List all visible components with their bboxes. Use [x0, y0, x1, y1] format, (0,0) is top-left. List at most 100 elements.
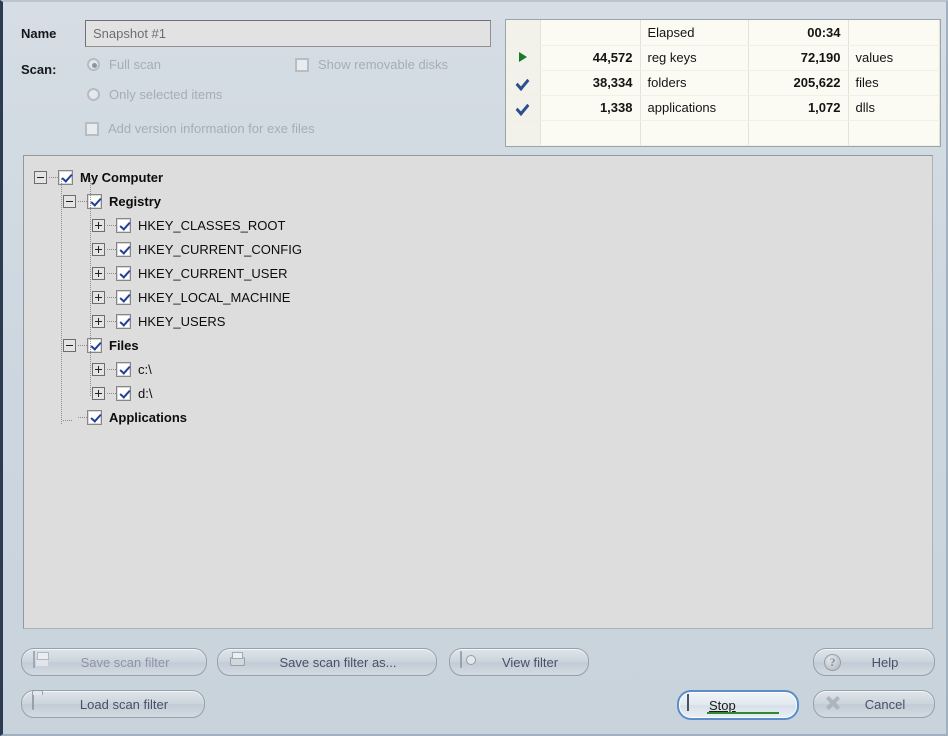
tree-collapse-icon[interactable]	[63, 338, 76, 352]
tree-expand-icon[interactable]	[92, 386, 105, 400]
stats-label-secondary: files	[848, 70, 940, 96]
stats-row: 1,338 applications 1,072 dlls	[506, 95, 940, 121]
tree-connector-line	[107, 296, 116, 298]
cancel-label: Cancel	[864, 696, 906, 712]
tree-guide-line	[90, 178, 91, 396]
tree-node-checkbox[interactable]	[116, 265, 131, 281]
tree-connector-line	[107, 320, 116, 322]
scan-statistics-table: Elapsed 00:34 44,572 reg keys 72,190 values 38…	[506, 20, 940, 146]
name-label: Name	[21, 26, 57, 41]
tree-node[interactable]: HKEY_LOCAL_MACHINE	[24, 285, 932, 309]
tree-connector-line	[78, 200, 87, 202]
tree-node-checkbox[interactable]	[116, 217, 131, 233]
save-scan-filter-as-button[interactable]: Save scan filter as...	[217, 648, 437, 676]
stats-label-primary: Elapsed	[640, 20, 749, 46]
tree-connector-line	[107, 224, 116, 226]
check-icon	[506, 95, 541, 121]
radio-full-scan-indicator	[87, 58, 100, 71]
tree-expand-icon[interactable]	[92, 266, 105, 280]
tree-expand-icon[interactable]	[92, 218, 105, 232]
tree-expand-icon[interactable]	[92, 290, 105, 304]
tree-node-checkbox[interactable]	[87, 409, 102, 425]
tree-node[interactable]: d:\	[24, 381, 932, 405]
cancel-button[interactable]: Cancel	[813, 690, 935, 718]
radio-only-selected-label: Only selected items	[109, 87, 223, 102]
stats-count-primary: 44,572	[540, 45, 641, 71]
tree-node-label: Applications	[109, 409, 188, 425]
tree-node-label: HKEY_CLASSES_ROOT	[138, 217, 286, 233]
radio-full-scan[interactable]: Full scan	[87, 57, 161, 72]
tree-node-checkbox[interactable]	[116, 241, 131, 257]
tree-connector-line	[78, 416, 87, 418]
tree-node[interactable]: Files	[24, 333, 932, 357]
stats-count-secondary: 1,072	[748, 95, 849, 121]
stats-label-secondary: dlls	[848, 95, 940, 121]
tree-node[interactable]: Applications	[24, 405, 932, 429]
tree-node[interactable]: HKEY_CURRENT_USER	[24, 261, 932, 285]
tree-node-label: HKEY_CURRENT_CONFIG	[138, 241, 302, 257]
tree-node[interactable]: HKEY_CLASSES_ROOT	[24, 213, 932, 237]
stats-row: Elapsed 00:34	[506, 20, 940, 46]
tree-node-label: c:\	[138, 361, 152, 377]
stats-count-secondary: 72,190	[748, 45, 849, 71]
snapshot-name-input[interactable]	[85, 20, 491, 47]
tree-node[interactable]: c:\	[24, 357, 932, 381]
tree-expand-icon[interactable]	[92, 242, 105, 256]
stats-label-primary: reg keys	[640, 45, 749, 71]
scan-scope-tree[interactable]: My Computer Registry HKEY_CLASSES_ROOT HKEY…	[23, 155, 933, 629]
radio-full-scan-label: Full scan	[109, 57, 162, 72]
close-x-icon	[822, 694, 844, 714]
tree-node-label: d:\	[138, 385, 153, 401]
checkbox-add-version-indicator	[85, 121, 99, 136]
load-scan-filter-label: Load scan filter	[79, 696, 169, 712]
tree-node-checkbox[interactable]	[116, 313, 131, 329]
scan-progress-bar	[707, 712, 779, 714]
view-filter-label: View filter	[501, 654, 559, 670]
printer-icon	[226, 652, 248, 672]
tree-node-checkbox[interactable]	[116, 289, 131, 305]
stats-filler-cell	[848, 120, 940, 146]
checkbox-show-removable-label: Show removable disks	[318, 57, 449, 72]
load-scan-filter-button[interactable]: Load scan filter	[21, 690, 205, 718]
tree-node[interactable]: HKEY_USERS	[24, 309, 932, 333]
tree-node-checkbox[interactable]	[116, 385, 131, 401]
tree-node[interactable]: HKEY_CURRENT_CONFIG	[24, 237, 932, 261]
tree-expand-icon[interactable]	[92, 362, 105, 376]
radio-only-selected-items[interactable]: Only selected items	[87, 87, 222, 102]
help-button[interactable]: ? Help	[813, 648, 935, 676]
stats-icon-empty	[506, 20, 541, 46]
question-mark-icon: ?	[822, 652, 844, 672]
stats-row: 38,334 folders 205,622 files	[506, 70, 940, 96]
checkbox-show-removable-disks[interactable]: Show removable disks	[295, 57, 448, 72]
tree-node-label: HKEY_LOCAL_MACHINE	[138, 289, 291, 305]
floppy-icon	[30, 651, 52, 672]
view-filter-button[interactable]: View filter	[449, 648, 589, 676]
tree-node[interactable]: Registry	[24, 189, 932, 213]
folder-icon	[30, 693, 52, 714]
stop-button[interactable]: Stop	[677, 690, 799, 720]
tree-node-label: HKEY_USERS	[138, 313, 226, 329]
stats-label-secondary	[848, 20, 940, 46]
checkbox-add-version-information[interactable]: Add version information for exe files	[85, 121, 315, 136]
tree-collapse-icon[interactable]	[34, 170, 47, 184]
tree-connector-line	[49, 176, 58, 178]
stats-count-secondary: 205,622	[748, 70, 849, 96]
stats-filler-cell	[506, 120, 541, 146]
check-icon	[506, 70, 541, 96]
tree-expand-icon[interactable]	[92, 314, 105, 328]
tree-collapse-icon[interactable]	[63, 194, 76, 208]
tree-guide-line	[61, 178, 62, 424]
radio-only-selected-indicator	[87, 88, 100, 101]
stop-label: Stop	[709, 697, 736, 713]
tree-node-label: My Computer	[80, 169, 164, 185]
tree-connector-line	[78, 344, 87, 346]
checkbox-show-removable-indicator	[295, 57, 309, 72]
stats-row: 44,572 reg keys 72,190 values	[506, 45, 940, 71]
checkbox-add-version-label: Add version information for exe files	[108, 121, 315, 136]
tree-node-checkbox[interactable]	[116, 361, 131, 377]
tree-node[interactable]: My Computer	[24, 165, 932, 189]
save-scan-filter-button[interactable]: Save scan filter	[21, 648, 207, 676]
scan-statistics-panel: Elapsed 00:34 44,572 reg keys 72,190 values 38…	[505, 19, 941, 147]
stats-filler-row	[506, 120, 940, 146]
play-icon	[506, 45, 541, 71]
